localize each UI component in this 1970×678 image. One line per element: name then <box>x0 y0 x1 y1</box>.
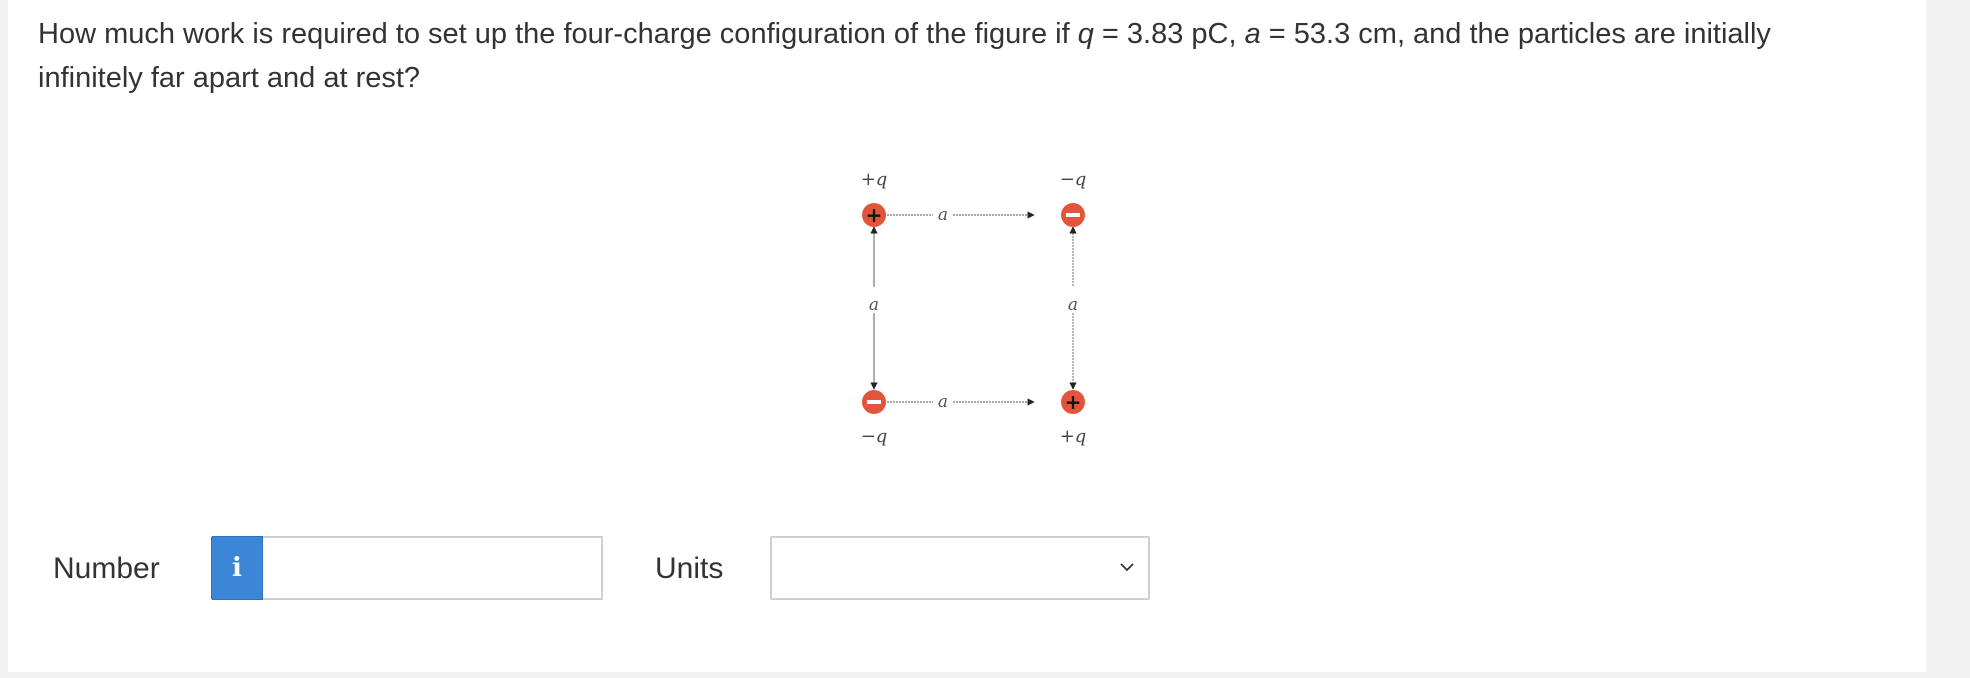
top-left-charge-label: +q <box>861 169 888 190</box>
info-icon[interactable]: i <box>211 536 263 600</box>
bottom-side-label: a <box>938 392 948 412</box>
question-panel: How much work is required to set up the … <box>8 0 1926 672</box>
chevron-down-icon <box>1120 563 1134 572</box>
top-side-label: a <box>938 205 948 225</box>
top-left-plus-icon: + <box>866 203 883 227</box>
top-right-minus-icon <box>1066 213 1080 217</box>
bottom-left-charge-label: −q <box>861 426 888 447</box>
question-part1: How much work is required to set up the … <box>38 18 1078 50</box>
question-q-variable: q <box>1077 18 1094 50</box>
number-label: Number <box>53 552 160 585</box>
number-input[interactable] <box>263 536 603 600</box>
bottom-left-minus-icon <box>867 400 881 404</box>
question-q-value: = 3.83 pC, <box>1093 18 1245 50</box>
right-side-label: a <box>1068 295 1078 315</box>
question-text: How much work is required to set up the … <box>38 12 1878 100</box>
answer-row: Number i Units <box>8 534 1208 602</box>
top-right-charge-label: −q <box>1060 169 1087 190</box>
units-label: Units <box>655 552 724 585</box>
bottom-right-plus-icon: + <box>1065 390 1082 414</box>
left-side-label: a <box>869 295 879 315</box>
question-a-variable: a <box>1244 18 1261 50</box>
bottom-right-charge-label: +q <box>1060 426 1087 447</box>
charge-configuration-figure: a a a a +q + −q −q + +q <box>861 169 1087 447</box>
units-select[interactable] <box>770 536 1150 600</box>
